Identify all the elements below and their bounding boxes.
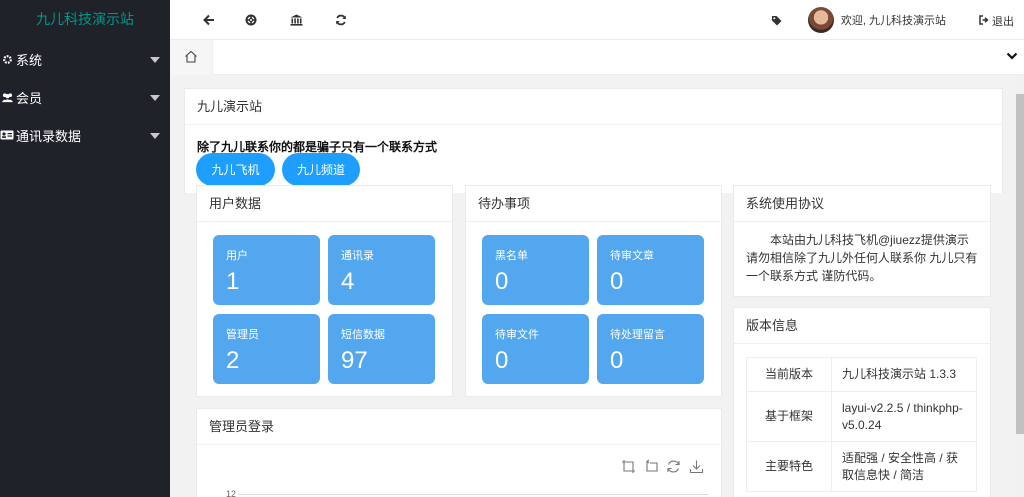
tile-value: 0 — [495, 268, 509, 295]
download-icon[interactable] — [689, 459, 705, 475]
telegram-button[interactable]: 九儿飞机 — [196, 153, 275, 186]
tile-label: 待审文件 — [495, 329, 539, 341]
channel-button[interactable]: 九儿频道 — [282, 153, 360, 186]
tab-bar — [170, 40, 1024, 75]
avatar — [807, 7, 834, 33]
sidebar-item-contacts[interactable]: 通讯录数据 — [0, 116, 170, 154]
life-ring-icon[interactable] — [243, 12, 259, 28]
tile-label: 待处理留言 — [610, 329, 665, 341]
tile-label: 黑名单 — [495, 250, 528, 262]
sidebar-item-members[interactable]: 会员 — [0, 78, 170, 116]
user-data-title: 用户数据 — [197, 186, 452, 222]
chart-gridline — [238, 494, 708, 495]
tile-users[interactable]: 用户 1 — [213, 235, 320, 305]
tile-pending-messages[interactable]: 待处理留言 0 — [597, 314, 704, 384]
home-icon — [184, 50, 198, 66]
refresh-icon[interactable] — [333, 12, 349, 28]
tile-sms[interactable]: 短信数据 97 — [328, 314, 435, 384]
tile-value: 97 — [341, 347, 368, 374]
caret-down-icon — [150, 133, 160, 139]
chart-y-tick: 12 — [226, 489, 237, 497]
version-table: 当前版本 九儿科技演示站 1.3.3 基于框架 layui-v2.2.5 / t… — [746, 357, 977, 492]
tile-label: 用户 — [226, 250, 248, 262]
table-row: 主要特色 适配强 / 安全性高 / 获取信息快 / 简洁 — [746, 441, 977, 492]
back-arrow-icon[interactable] — [201, 12, 217, 28]
sign-out-icon — [979, 14, 992, 28]
tile-admins[interactable]: 管理员 2 — [213, 314, 320, 384]
user-menu[interactable]: 欢迎, 九儿科技演示站 — [807, 6, 946, 34]
tile-value: 0 — [610, 347, 624, 374]
site-card-title: 九儿演示站 — [185, 89, 1002, 125]
id-card-icon — [0, 130, 14, 140]
caret-down-icon — [150, 95, 160, 101]
sidebar-item-system[interactable]: 系统 — [0, 40, 170, 78]
tile-value: 4 — [341, 268, 355, 295]
agreement-text: 本站由九儿科技飞机@jiuezz提供演示 请勿相信除了九儿外任何人联系你 九儿只… — [746, 233, 978, 283]
version-value: 适配强 / 安全性高 / 获取信息快 / 简洁 — [831, 441, 977, 492]
tile-label: 通讯录 — [341, 250, 374, 262]
users-icon — [0, 92, 14, 103]
tile-value: 1 — [226, 268, 240, 295]
logout-label: 退出 — [992, 16, 1014, 28]
tag-icon[interactable] — [768, 12, 784, 28]
bank-icon[interactable] — [288, 12, 304, 28]
agreement-title: 系统使用协议 — [734, 186, 990, 222]
version-key: 主要特色 — [746, 441, 832, 492]
tile-blacklist[interactable]: 黑名单 0 — [482, 235, 589, 305]
admin-login-card: 管理员登录 — [196, 408, 722, 497]
version-key: 当前版本 — [746, 357, 832, 392]
zoom-reset-icon[interactable] — [644, 459, 660, 475]
table-row: 当前版本 九儿科技演示站 1.3.3 — [746, 357, 977, 392]
tile-value: 2 — [226, 347, 240, 374]
sidebar-item-label: 系统 — [16, 52, 43, 68]
sidebar-item-label: 会员 — [16, 90, 43, 106]
tile-value: 0 — [610, 268, 624, 295]
restore-icon[interactable] — [666, 459, 682, 475]
chevron-down-icon[interactable] — [1006, 50, 1018, 64]
app-logo-title: 九儿科技演示站 — [36, 11, 134, 27]
version-value: layui-v2.2.5 / thinkphp-v5.0.24 — [831, 391, 977, 442]
caret-down-icon — [150, 57, 160, 63]
version-title: 版本信息 — [734, 308, 990, 344]
sidebar: 九儿科技演示站 系统 会员 通讯录数据 — [0, 0, 170, 497]
scrollbar-thumb[interactable] — [1016, 94, 1024, 434]
tile-pending-files[interactable]: 待审文件 0 — [482, 314, 589, 384]
tile-contacts[interactable]: 通讯录 4 — [328, 235, 435, 305]
gear-icon — [0, 54, 14, 65]
version-key: 基于框架 — [746, 391, 832, 442]
tile-label: 短信数据 — [341, 329, 385, 341]
zoom-icon[interactable] — [621, 459, 637, 475]
top-header: 欢迎, 九儿科技演示站 退出 — [170, 0, 1024, 40]
tab-home[interactable] — [170, 40, 213, 75]
welcome-text: 欢迎, 九儿科技演示站 — [840, 15, 946, 27]
table-row: 基于框架 layui-v2.2.5 / thinkphp-v5.0.24 — [746, 391, 977, 442]
version-value: 九儿科技演示站 1.3.3 — [831, 357, 977, 392]
logout-button[interactable]: 退出 — [979, 13, 1014, 29]
tile-value: 0 — [495, 347, 509, 374]
todo-title: 待办事项 — [466, 186, 721, 222]
tile-label: 管理员 — [226, 329, 259, 341]
tile-label: 待审文章 — [610, 250, 654, 262]
admin-login-title: 管理员登录 — [197, 409, 721, 445]
sidebar-item-label: 通讯录数据 — [16, 128, 82, 144]
tile-pending-articles[interactable]: 待审文章 0 — [597, 235, 704, 305]
